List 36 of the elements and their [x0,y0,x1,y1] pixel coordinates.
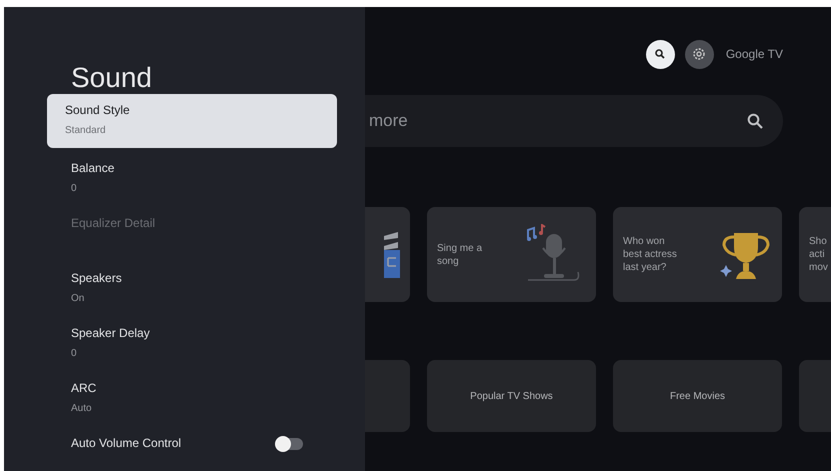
setting-item[interactable]: Auto Volume Control [47,425,337,471]
suggestion-text: Who won best actress last year? [623,235,677,274]
setting-value: On [71,293,86,304]
suggestion-card[interactable]: Who won best actress last year? [613,207,782,302]
search-field[interactable]: more [365,95,783,147]
search-button[interactable] [646,40,675,68]
setting-value: Auto [71,403,93,414]
collection-tile[interactable]: Popular TV Shows [427,360,596,432]
search-icon [655,49,666,59]
setting-item[interactable]: ARC Auto [47,370,337,425]
gear-icon [692,47,706,61]
suggestion-card[interactable]: Sing me a song [427,207,596,302]
suggestion-card[interactable]: Sho acti mov [799,207,831,302]
clapperboard-icon [382,230,400,280]
setting-item[interactable]: Balance 0 [47,150,337,205]
setting-item[interactable]: Speakers On [47,260,337,315]
settings-button[interactable] [684,40,714,68]
setting-label: ARC [71,381,96,395]
setting-label: Balance [71,161,114,175]
collection-tile[interactable]: Free Movies [613,360,782,432]
setting-label: Speaker Delay [71,326,150,340]
setting-label: Auto Volume Control [71,436,182,450]
setting-value: Standard [65,125,107,136]
setting-label: Sound Style [65,103,130,117]
search-icon [747,113,763,129]
suggestion-text: Sing me a song [437,242,482,268]
setting-item[interactable]: Speaker Delay 0 [47,315,337,370]
setting-label: Speakers [71,271,122,285]
suggestion-text: Sho acti mov [809,235,828,274]
setting-value: 0 [71,348,78,359]
setting-item[interactable]: Sound Style Standard [47,94,337,148]
setting-value: 0 [71,183,78,194]
panel-title: Sound [70,61,153,94]
brand-text: Google TV [726,47,783,61]
setting-label: Equalizer Detail [71,216,156,230]
toggle-switch[interactable] [275,438,303,450]
